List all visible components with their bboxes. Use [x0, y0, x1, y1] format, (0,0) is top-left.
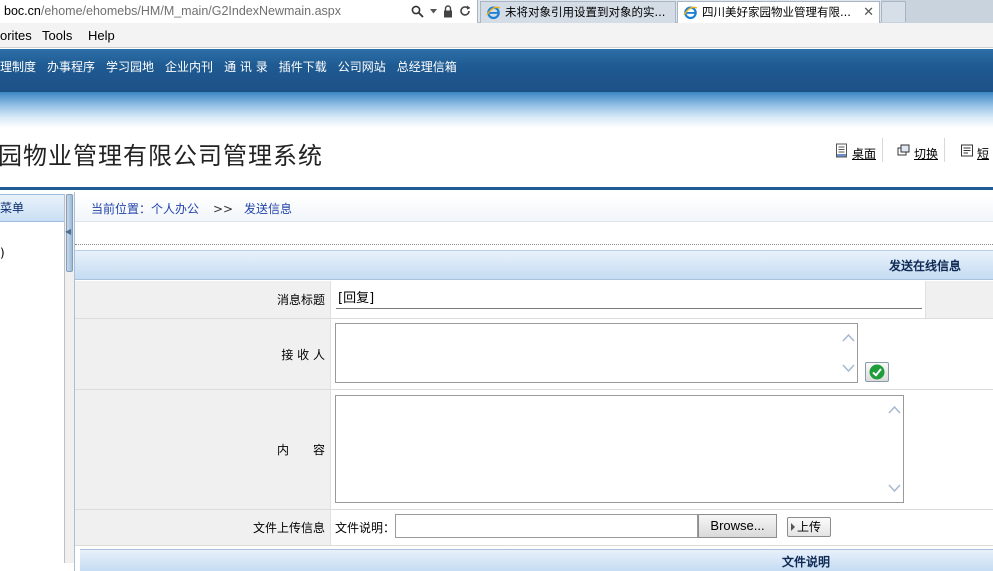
- receiver-label: 接 收 人: [75, 319, 331, 389]
- refresh-icon[interactable]: [459, 5, 471, 17]
- header-gradient: [0, 92, 993, 128]
- tab-label: 未将对象引用设置到对象的实...: [505, 5, 666, 19]
- collapse-arrow-icon[interactable]: ◀: [65, 227, 73, 237]
- row-file-upload: 文件上传信息 文件说明： Browse... 上传: [75, 510, 993, 546]
- desktop-link[interactable]: 桌面: [835, 138, 884, 162]
- breadcrumb-separator: >>: [213, 202, 234, 216]
- menu-favorites[interactable]: orites: [0, 23, 32, 48]
- content-cell: [331, 390, 993, 509]
- file-label: 文件上传信息: [75, 510, 331, 545]
- receiver-scrollbar[interactable]: [841, 324, 857, 382]
- menu-help[interactable]: Help: [88, 23, 115, 48]
- title-label: 消息标题: [75, 281, 331, 318]
- switch-icon: [897, 144, 910, 156]
- switch-link[interactable]: 切换: [897, 138, 946, 162]
- sidebar-scrollbar[interactable]: ◀: [64, 194, 74, 563]
- file-path-input[interactable]: [395, 514, 698, 538]
- search-icon[interactable]: [411, 5, 424, 18]
- receiver-cell: [331, 319, 993, 389]
- file-table-title: 文件说明: [781, 555, 830, 569]
- file-table-header: 文件说明: [80, 549, 993, 571]
- check-icon: [869, 364, 885, 380]
- upload-button[interactable]: 上传: [787, 517, 831, 537]
- breadcrumb: 当前位置：个人办公 >> 发送信息: [75, 196, 993, 222]
- scroll-up-icon[interactable]: [888, 404, 901, 416]
- dropdown-arrow-icon[interactable]: [430, 8, 437, 14]
- browser-menu-bar: orites Tools Help: [0, 23, 993, 48]
- sms-label: 短: [977, 147, 990, 161]
- title-row-tail: [925, 281, 993, 318]
- nav-link-procedures[interactable]: 办事程序: [47, 57, 95, 77]
- content-textarea[interactable]: [335, 395, 904, 503]
- row-content: 内 容: [75, 390, 993, 510]
- lock-icon[interactable]: [443, 4, 453, 18]
- address-icons: [411, 0, 471, 22]
- close-icon[interactable]: ✕: [863, 2, 874, 23]
- nav-link-plugins[interactable]: 插件下载: [279, 57, 327, 77]
- nav-link-website[interactable]: 公司网站: [338, 57, 386, 77]
- tab-label: 四川美好家园物业管理有限...: [702, 5, 851, 19]
- row-receiver: 接 收 人: [75, 319, 993, 390]
- content-scrollbar[interactable]: [887, 396, 903, 502]
- form-header: 发送在线信息: [75, 250, 993, 280]
- main-content: 当前位置：个人办公 >> 发送信息 发送在线信息 消息标题 接 收 人: [75, 192, 993, 571]
- sms-icon: [961, 144, 973, 157]
- nav-link-mailbox[interactable]: 总经理信箱: [397, 57, 457, 77]
- title-input[interactable]: [336, 284, 922, 309]
- nav-link-rules[interactable]: 理制度: [0, 57, 36, 77]
- nav-link-directory[interactable]: 通 讯 录: [224, 57, 268, 77]
- nav-links: 理制度 办事程序 学习园地 企业内刊 通 讯 录 插件下载 公司网站 总经理信箱: [0, 57, 468, 77]
- content-label: 内 容: [75, 390, 331, 509]
- browse-button[interactable]: Browse...: [698, 514, 777, 538]
- address-path: /ehome/ehomebs/HM/M_main/G2IndexNewmain.…: [40, 4, 341, 18]
- breadcrumb-current[interactable]: 发送信息: [244, 196, 292, 222]
- sidebar-header[interactable]: 菜单: [0, 194, 72, 222]
- desktop-icon: [836, 143, 847, 158]
- scroll-down-icon[interactable]: [888, 482, 901, 494]
- address-domain: boc.cn: [4, 4, 41, 18]
- header-divider: [0, 187, 993, 190]
- system-title: 园物业管理有限公司管理系统: [0, 142, 323, 170]
- receiver-label-text: 接 收 人: [281, 347, 325, 362]
- breadcrumb-location[interactable]: 当前位置：个人办公: [91, 196, 199, 222]
- left-sidebar: 菜单 ) ◀: [0, 192, 74, 571]
- file-desc-label: 文件说明：: [335, 521, 396, 535]
- menu-tools[interactable]: Tools: [42, 23, 72, 48]
- address-bar[interactable]: boc.cn/ehome/ehomebs/HM/M_main/G2IndexNe…: [0, 0, 478, 23]
- title-cell: [331, 281, 993, 318]
- ie-logo-icon: [683, 6, 698, 20]
- browser-toolbar: boc.cn/ehome/ehomebs/HM/M_main/G2IndexNe…: [0, 0, 993, 23]
- browser-tab-active[interactable]: 四川美好家园物业管理有限... ✕: [677, 1, 880, 23]
- scroll-down-icon[interactable]: [842, 362, 855, 374]
- sms-link[interactable]: 短: [960, 138, 993, 162]
- desktop-label: 桌面: [852, 147, 877, 161]
- browser-tab-error[interactable]: 未将对象引用设置到对象的实...: [480, 1, 676, 23]
- switch-label: 切换: [914, 147, 939, 161]
- file-cell: 文件说明： Browse... 上传: [331, 510, 993, 545]
- select-receiver-button[interactable]: [865, 362, 889, 382]
- scroll-up-icon[interactable]: [842, 332, 855, 344]
- file-label-text: 文件上传信息: [252, 521, 325, 535]
- nav-link-journal[interactable]: 企业内刊: [165, 57, 213, 77]
- dotted-divider: [75, 244, 993, 245]
- form-title: 发送在线信息: [888, 259, 961, 273]
- title-label-text: 消息标题: [276, 293, 325, 307]
- tab-strip-empty: [881, 0, 993, 23]
- new-tab-button[interactable]: [881, 1, 906, 22]
- top-navigation: 理制度 办事程序 学习园地 企业内刊 通 讯 录 插件下载 公司网站 总经理信箱: [0, 49, 993, 92]
- receiver-textarea[interactable]: [335, 323, 858, 383]
- content-label-text: 内 容: [276, 443, 325, 457]
- row-title: 消息标题: [75, 281, 993, 319]
- sidebar-item[interactable]: ): [0, 246, 5, 260]
- nav-link-learning[interactable]: 学习园地: [106, 57, 154, 77]
- ie-logo-icon: [486, 6, 501, 20]
